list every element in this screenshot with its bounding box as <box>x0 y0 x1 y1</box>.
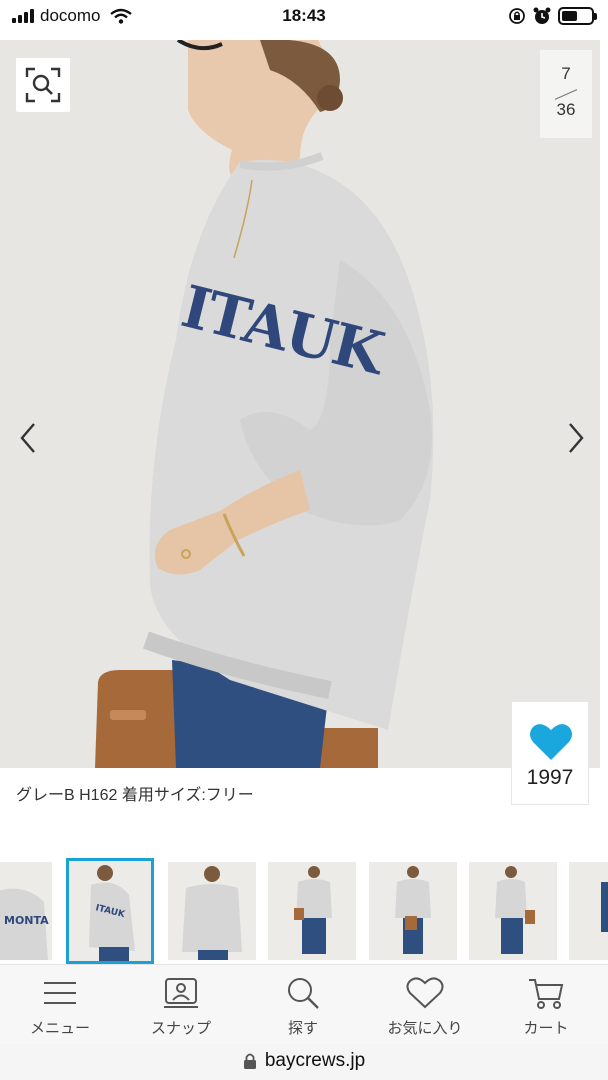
page-current: 7 <box>561 64 571 83</box>
orientation-lock-icon <box>509 8 525 24</box>
previous-image-button[interactable] <box>14 418 44 458</box>
page-divider <box>554 89 578 100</box>
favorite-button[interactable]: 1997 <box>511 701 589 805</box>
status-bar: docomo 18:43 <box>0 0 608 34</box>
battery-icon <box>558 7 597 25</box>
thumbnail[interactable] <box>369 862 457 960</box>
heart-icon <box>530 724 572 760</box>
search-icon <box>288 978 319 1009</box>
page-counter: 7 36 <box>540 50 592 138</box>
nav-label-menu: メニュー <box>29 1020 90 1037</box>
bottom-navigation: メニュー スナップ 探す お気に入り カート <box>0 964 608 1044</box>
zoom-search-icon <box>25 67 61 103</box>
thumbnail-strip[interactable]: MONTA ITAUK <box>0 858 608 964</box>
menu-icon <box>44 982 76 1004</box>
zoom-button[interactable] <box>16 58 70 112</box>
battery-level <box>562 11 577 21</box>
nav-item-favorites[interactable]: お気に入り <box>365 965 485 1045</box>
thumbnail[interactable] <box>469 862 557 960</box>
next-image-button[interactable] <box>560 418 590 458</box>
product-image-gallery[interactable]: ITAUK 7 36 <box>0 40 600 768</box>
page-total: 36 <box>556 100 576 119</box>
snap-icon <box>164 978 198 1008</box>
browser-url-bar[interactable]: baycrews.jp <box>0 1044 608 1080</box>
thumbnail[interactable]: ITAUK <box>66 858 154 964</box>
nav-item-search[interactable]: 探す <box>243 965 363 1045</box>
thumbnail[interactable] <box>569 862 608 960</box>
thumbnail[interactable] <box>268 862 356 960</box>
nav-label-snap: スナップ <box>150 1020 211 1037</box>
thumbnail[interactable] <box>168 862 256 960</box>
alarm-icon <box>533 7 551 24</box>
thumbnail[interactable]: MONTA <box>0 862 52 960</box>
image-caption: グレーB H162 着用サイズ:フリー <box>16 787 254 804</box>
like-count: 1997 <box>526 766 574 789</box>
nav-item-menu[interactable]: メニュー <box>0 965 120 1045</box>
nav-item-cart[interactable]: カート <box>486 965 606 1045</box>
lock-icon <box>243 1053 256 1069</box>
cart-icon <box>529 979 564 1009</box>
nav-label-search: 探す <box>287 1020 318 1037</box>
nav-label-favorites: お気に入り <box>387 1020 463 1037</box>
nav-label-cart: カート <box>523 1020 569 1037</box>
heart-outline-icon <box>406 977 444 1009</box>
nav-item-snap[interactable]: スナップ <box>121 965 241 1045</box>
url-text: baycrews.jp <box>264 1050 366 1071</box>
svg-text:MONTA: MONTA <box>4 914 49 927</box>
